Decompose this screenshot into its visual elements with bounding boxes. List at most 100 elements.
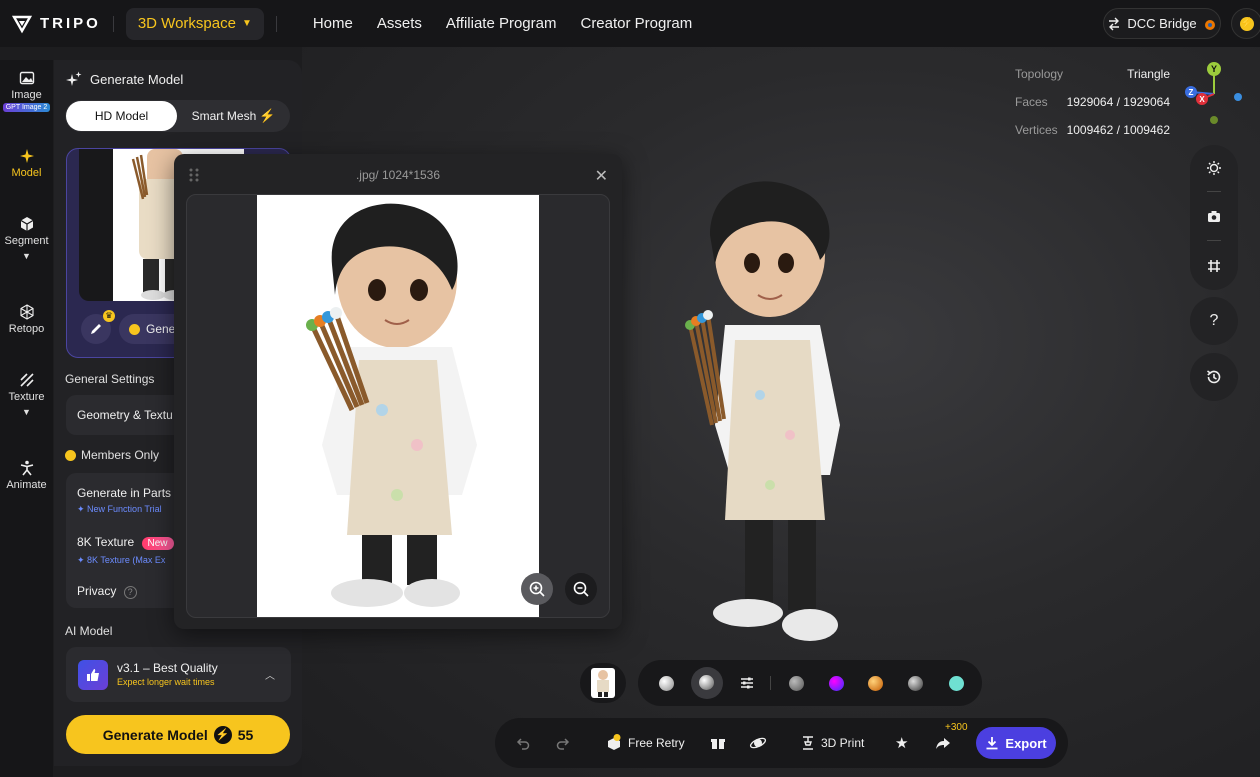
zoom-in-button[interactable]: [521, 573, 553, 605]
grid-button[interactable]: [1202, 254, 1226, 278]
chevron-up-icon: ︿: [265, 671, 275, 682]
ar-view-button[interactable]: [749, 718, 767, 768]
texture-8k-label: 8K Texture: [77, 535, 135, 549]
free-retry-label: Free Retry: [628, 736, 685, 750]
close-icon[interactable]: ✕: [595, 166, 608, 186]
ai-model-sub: Expect longer wait times: [117, 677, 215, 687]
svg-text:Z: Z: [1189, 88, 1194, 97]
stat-value: 1009462 / 1009462: [1066, 123, 1170, 137]
members-only-label: Members Only: [81, 448, 160, 462]
members-only-heading: Members Only: [65, 448, 159, 462]
textured-sphere-icon: [699, 675, 714, 690]
teal-material-button[interactable]: [949, 676, 964, 691]
redo-button[interactable]: [555, 718, 571, 768]
zoom-out-button[interactable]: [565, 573, 597, 605]
3d-print-button[interactable]: 3D Print: [800, 718, 864, 768]
help-icon[interactable]: ?: [123, 586, 137, 599]
panel-title: Generate Model: [90, 71, 184, 87]
textured-mode-button[interactable]: [691, 667, 723, 699]
workspace-dropdown[interactable]: 3D Workspace ▼: [125, 7, 264, 40]
normal-material-button[interactable]: [829, 676, 844, 691]
export-button[interactable]: Export: [976, 727, 1056, 759]
reference-thumbnail-button[interactable]: [580, 663, 626, 703]
help-button[interactable]: ?: [1190, 297, 1238, 345]
preview-image: [257, 195, 539, 617]
nav-affiliate-program[interactable]: Affiliate Program: [434, 0, 569, 47]
help-icon: ?: [1209, 312, 1219, 329]
free-retry-button[interactable]: Free Retry: [605, 718, 685, 768]
new-badge: New: [141, 537, 174, 550]
rail-item-animate[interactable]: Animate: [0, 460, 53, 491]
main-nav: Home Assets Affiliate Program Creator Pr…: [301, 0, 704, 47]
credits-button[interactable]: ⚡: [1231, 8, 1260, 39]
lightning-icon: ⚡: [259, 108, 276, 123]
ai-model-select[interactable]: v3.1 – Best Quality Expect longer wait t…: [66, 647, 291, 702]
rail-item-retopo[interactable]: Retopo: [0, 304, 53, 335]
tool-rail: Image GPT Image 2 Model Segment ▼ Retopo…: [0, 60, 53, 777]
nav-home[interactable]: Home: [301, 0, 365, 47]
nav-assets[interactable]: Assets: [365, 0, 434, 47]
stat-faces: Faces 1929064 / 1929064: [1015, 88, 1170, 116]
tab-smart-mesh[interactable]: Smart Mesh ⚡: [177, 108, 290, 124]
axis-gizmo[interactable]: Y Z X: [1183, 60, 1249, 126]
workspace-label: 3D Workspace: [137, 15, 236, 32]
rail-item-model[interactable]: Model: [0, 148, 53, 179]
chevron-down-icon: ▼: [241, 18, 252, 29]
nav-creator-program[interactable]: Creator Program: [568, 0, 704, 47]
lighting-button[interactable]: [1202, 156, 1226, 180]
rail-item-image[interactable]: Image GPT Image 2: [0, 70, 53, 112]
generate-in-parts-label[interactable]: Generate in Parts: [77, 486, 171, 500]
camera-icon: [1208, 211, 1220, 222]
character-avatar-icon: [591, 668, 615, 698]
texture-8k-row[interactable]: 8K Texture New: [77, 535, 174, 550]
bonus-label: +300: [945, 722, 968, 733]
rail-item-texture[interactable]: Texture ▼: [0, 372, 53, 417]
modal-title: .jpg/ 1024*1536: [355, 168, 441, 182]
general-settings-heading: General Settings: [65, 372, 155, 386]
stat-label: Vertices: [1015, 123, 1058, 137]
printer-icon: [803, 736, 813, 750]
rail-label: Retopo: [8, 323, 45, 335]
zoom-in-icon: [529, 581, 545, 597]
grid-icon: [1208, 260, 1220, 272]
undo-icon: [516, 738, 530, 750]
screenshot-button[interactable]: [1202, 204, 1226, 228]
chevron-down-icon[interactable]: ▼: [22, 251, 31, 261]
chevron-down-icon[interactable]: ▼: [22, 407, 31, 417]
pencil-icon: [91, 324, 101, 334]
svg-text:X: X: [1199, 95, 1205, 104]
dcc-bridge-label: DCC Bridge: [1127, 16, 1197, 31]
rail-label: Model: [11, 167, 42, 179]
sliders-icon[interactable]: [739, 675, 755, 691]
generate-model-button[interactable]: Generate Model ⚡ 55: [66, 715, 290, 754]
dcc-bridge-button[interactable]: DCC Bridge: [1103, 8, 1221, 39]
generate-in-parts-sub: ✦ New Function Trial: [77, 504, 162, 514]
gold-material-button[interactable]: [868, 676, 883, 691]
undo-button[interactable]: [515, 718, 531, 768]
thumbs-up-icon: [78, 660, 108, 690]
favorite-button[interactable]: ★: [895, 718, 908, 768]
model-type-toggle: HD Model Smart Mesh ⚡: [65, 100, 290, 132]
logo[interactable]: TRIPO: [12, 14, 101, 34]
zoom-out-icon: [573, 581, 589, 597]
clay-material-button[interactable]: [659, 676, 674, 691]
rail-item-segment[interactable]: Segment ▼: [0, 216, 53, 261]
tab-hd-model[interactable]: HD Model: [66, 101, 177, 131]
3d-model-render[interactable]: [670, 175, 900, 660]
ai-model-name: v3.1 – Best Quality: [117, 661, 218, 675]
geometry-texture-label: Geometry & Textu: [77, 408, 173, 422]
grey-material-button[interactable]: [789, 676, 804, 691]
lightning-coin-icon: ⚡: [1240, 16, 1254, 31]
share-icon: [936, 738, 950, 749]
crown-badge-icon: ♛: [103, 310, 115, 322]
character-preview-image: [306, 203, 477, 607]
retry-cube-icon: [608, 734, 621, 750]
history-button[interactable]: [1190, 353, 1238, 401]
edit-image-button[interactable]: ♛: [81, 310, 115, 344]
gift-button[interactable]: [710, 718, 726, 768]
metal-material-button[interactable]: [908, 676, 923, 691]
generate-label: Generate Model: [102, 726, 208, 743]
stat-label: Topology: [1015, 67, 1064, 81]
privacy-row[interactable]: Privacy ?: [77, 584, 137, 599]
crown-icon: [129, 323, 140, 335]
